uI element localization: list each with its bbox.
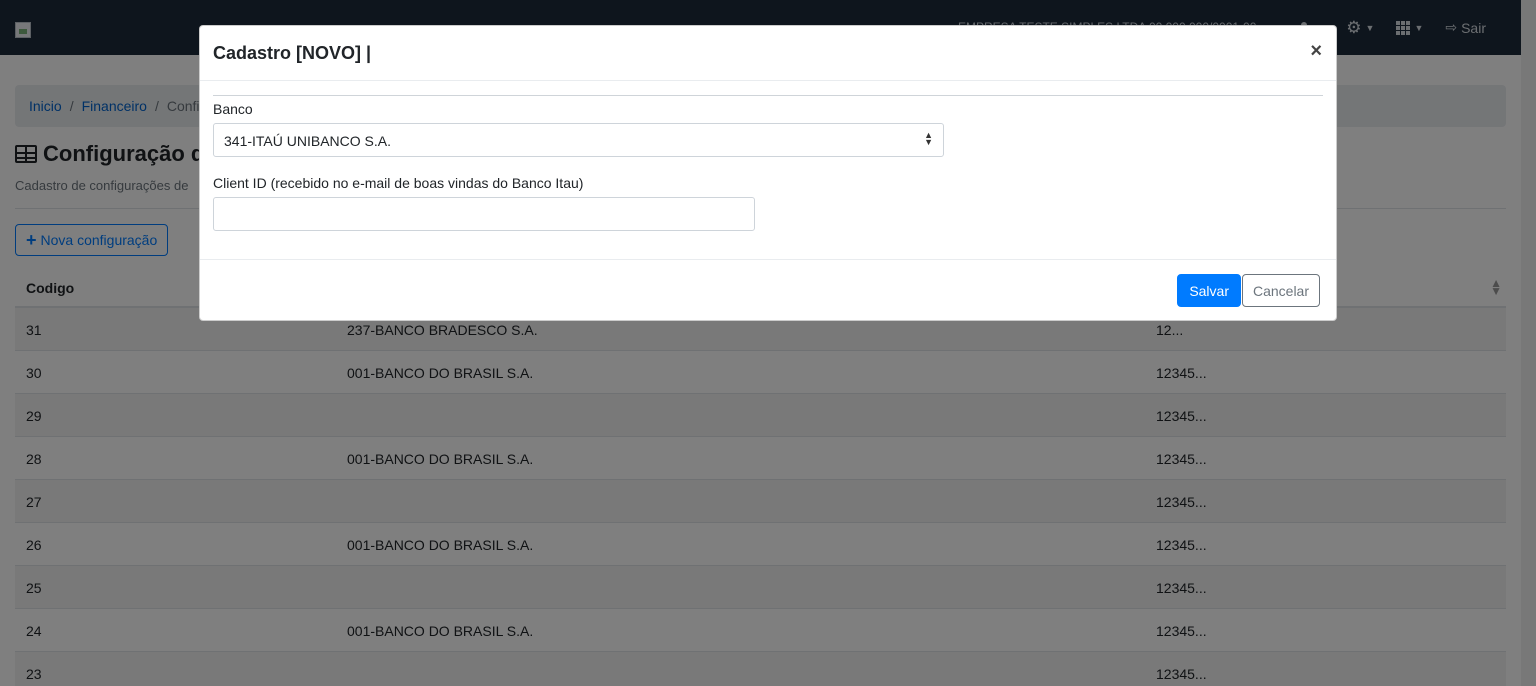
client-id-input[interactable]: [213, 197, 755, 231]
modal-title: Cadastro [NOVO] |: [213, 43, 372, 63]
banco-select[interactable]: 341-ITAÚ UNIBANCO S.A. ▲ ▼: [213, 123, 944, 157]
banco-label: Banco: [213, 101, 253, 117]
save-button[interactable]: Salvar: [1177, 274, 1241, 307]
cancel-button[interactable]: Cancelar: [1241, 274, 1320, 307]
modal-body: Banco 341-ITAÚ UNIBANCO S.A. ▲ ▼ Client I…: [200, 81, 1336, 260]
close-icon[interactable]: ×: [1310, 41, 1322, 61]
client-id-label: Client ID (recebido no e-mail de boas vi…: [213, 175, 584, 191]
select-arrows-icon: ▲ ▼: [924, 130, 933, 147]
cadastro-modal: Cadastro [NOVO] | × Banco 341-ITAÚ UNIBA…: [199, 25, 1337, 321]
banco-selected-value: 341-ITAÚ UNIBANCO S.A.: [224, 133, 392, 149]
modal-footer: Salvar Cancelar: [200, 260, 1336, 320]
modal-header: Cadastro [NOVO] | ×: [200, 26, 1336, 81]
divider: [213, 95, 1323, 96]
